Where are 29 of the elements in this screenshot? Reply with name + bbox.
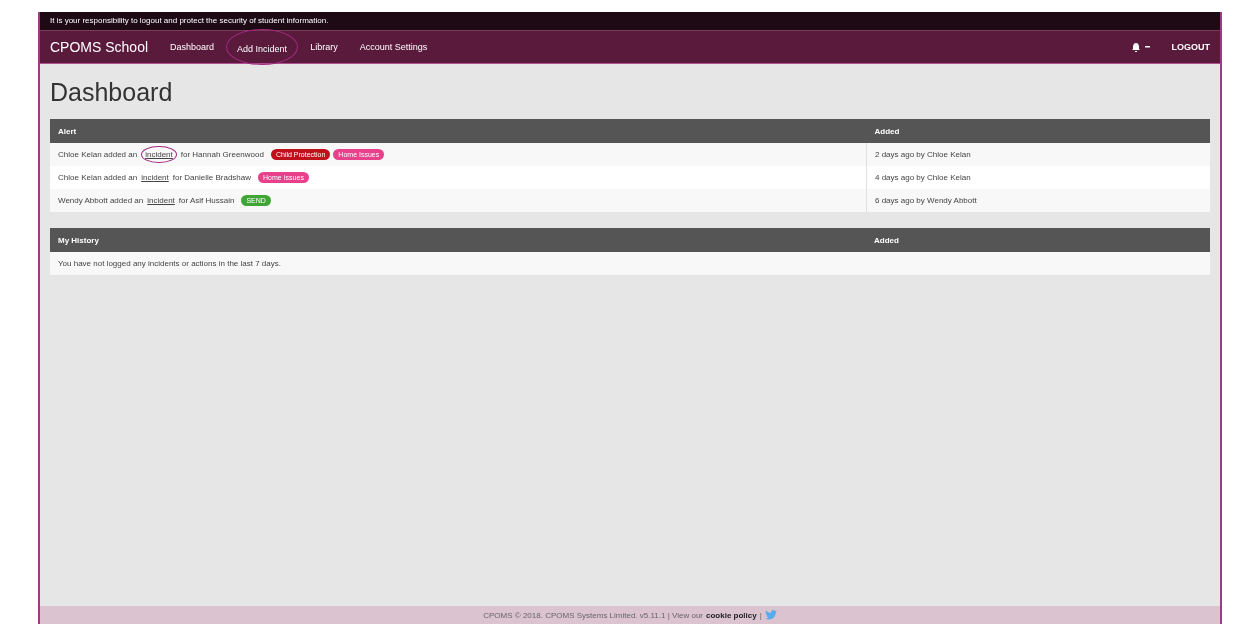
added-cell: 4 days ago by Chloe Kelan (866, 166, 1210, 189)
alert-message: for Hannah Greenwood (180, 150, 264, 159)
added-cell: 6 days ago by Wendy Abbott (866, 189, 1210, 212)
incident-link[interactable]: incident (141, 173, 169, 182)
bell-icon[interactable] (1131, 42, 1152, 52)
footer-separator: | (759, 610, 762, 620)
alert-message: for Danielle Bradshaw (172, 173, 252, 182)
alert-message: Chloe Kelan added an (58, 150, 138, 159)
nav-link[interactable]: Dashboard (170, 42, 215, 52)
alert-message: Chloe Kelan added an (58, 173, 138, 182)
empty-message: You have not logged any incidents or actions in the last 7 days. (50, 252, 1210, 275)
incident-link[interactable]: incident (145, 150, 173, 160)
column-header: Added (866, 119, 1210, 143)
footer-text: CPOMS © 2018. CPOMS Systems Limited. v5.11.1 | View our (483, 610, 703, 620)
logout-link[interactable]: LOGOUT (1171, 42, 1210, 52)
column-header: Alert (50, 119, 867, 143)
page-title: Dashboard (50, 78, 174, 107)
security-notice: It is your responsibility to logout and protect the security of student information. (40, 12, 1220, 30)
nav-link[interactable]: Account Settings (359, 42, 428, 52)
alert-message: Wendy Abbott added an (58, 196, 144, 205)
brand-link[interactable]: CPOMS School (50, 39, 149, 55)
nav-link[interactable]: Library (310, 42, 338, 52)
incident-link[interactable]: incident (147, 196, 175, 205)
alert-message: for Asif Hussain (178, 196, 235, 205)
column-header: My History (50, 228, 866, 252)
cookie-policy-link[interactable]: cookie policy (706, 610, 757, 620)
added-cell: 2 days ago by Chloe Kelan (866, 143, 1210, 166)
column-header: Added (866, 228, 1210, 252)
nav-link[interactable]: Add Incident (237, 44, 288, 54)
